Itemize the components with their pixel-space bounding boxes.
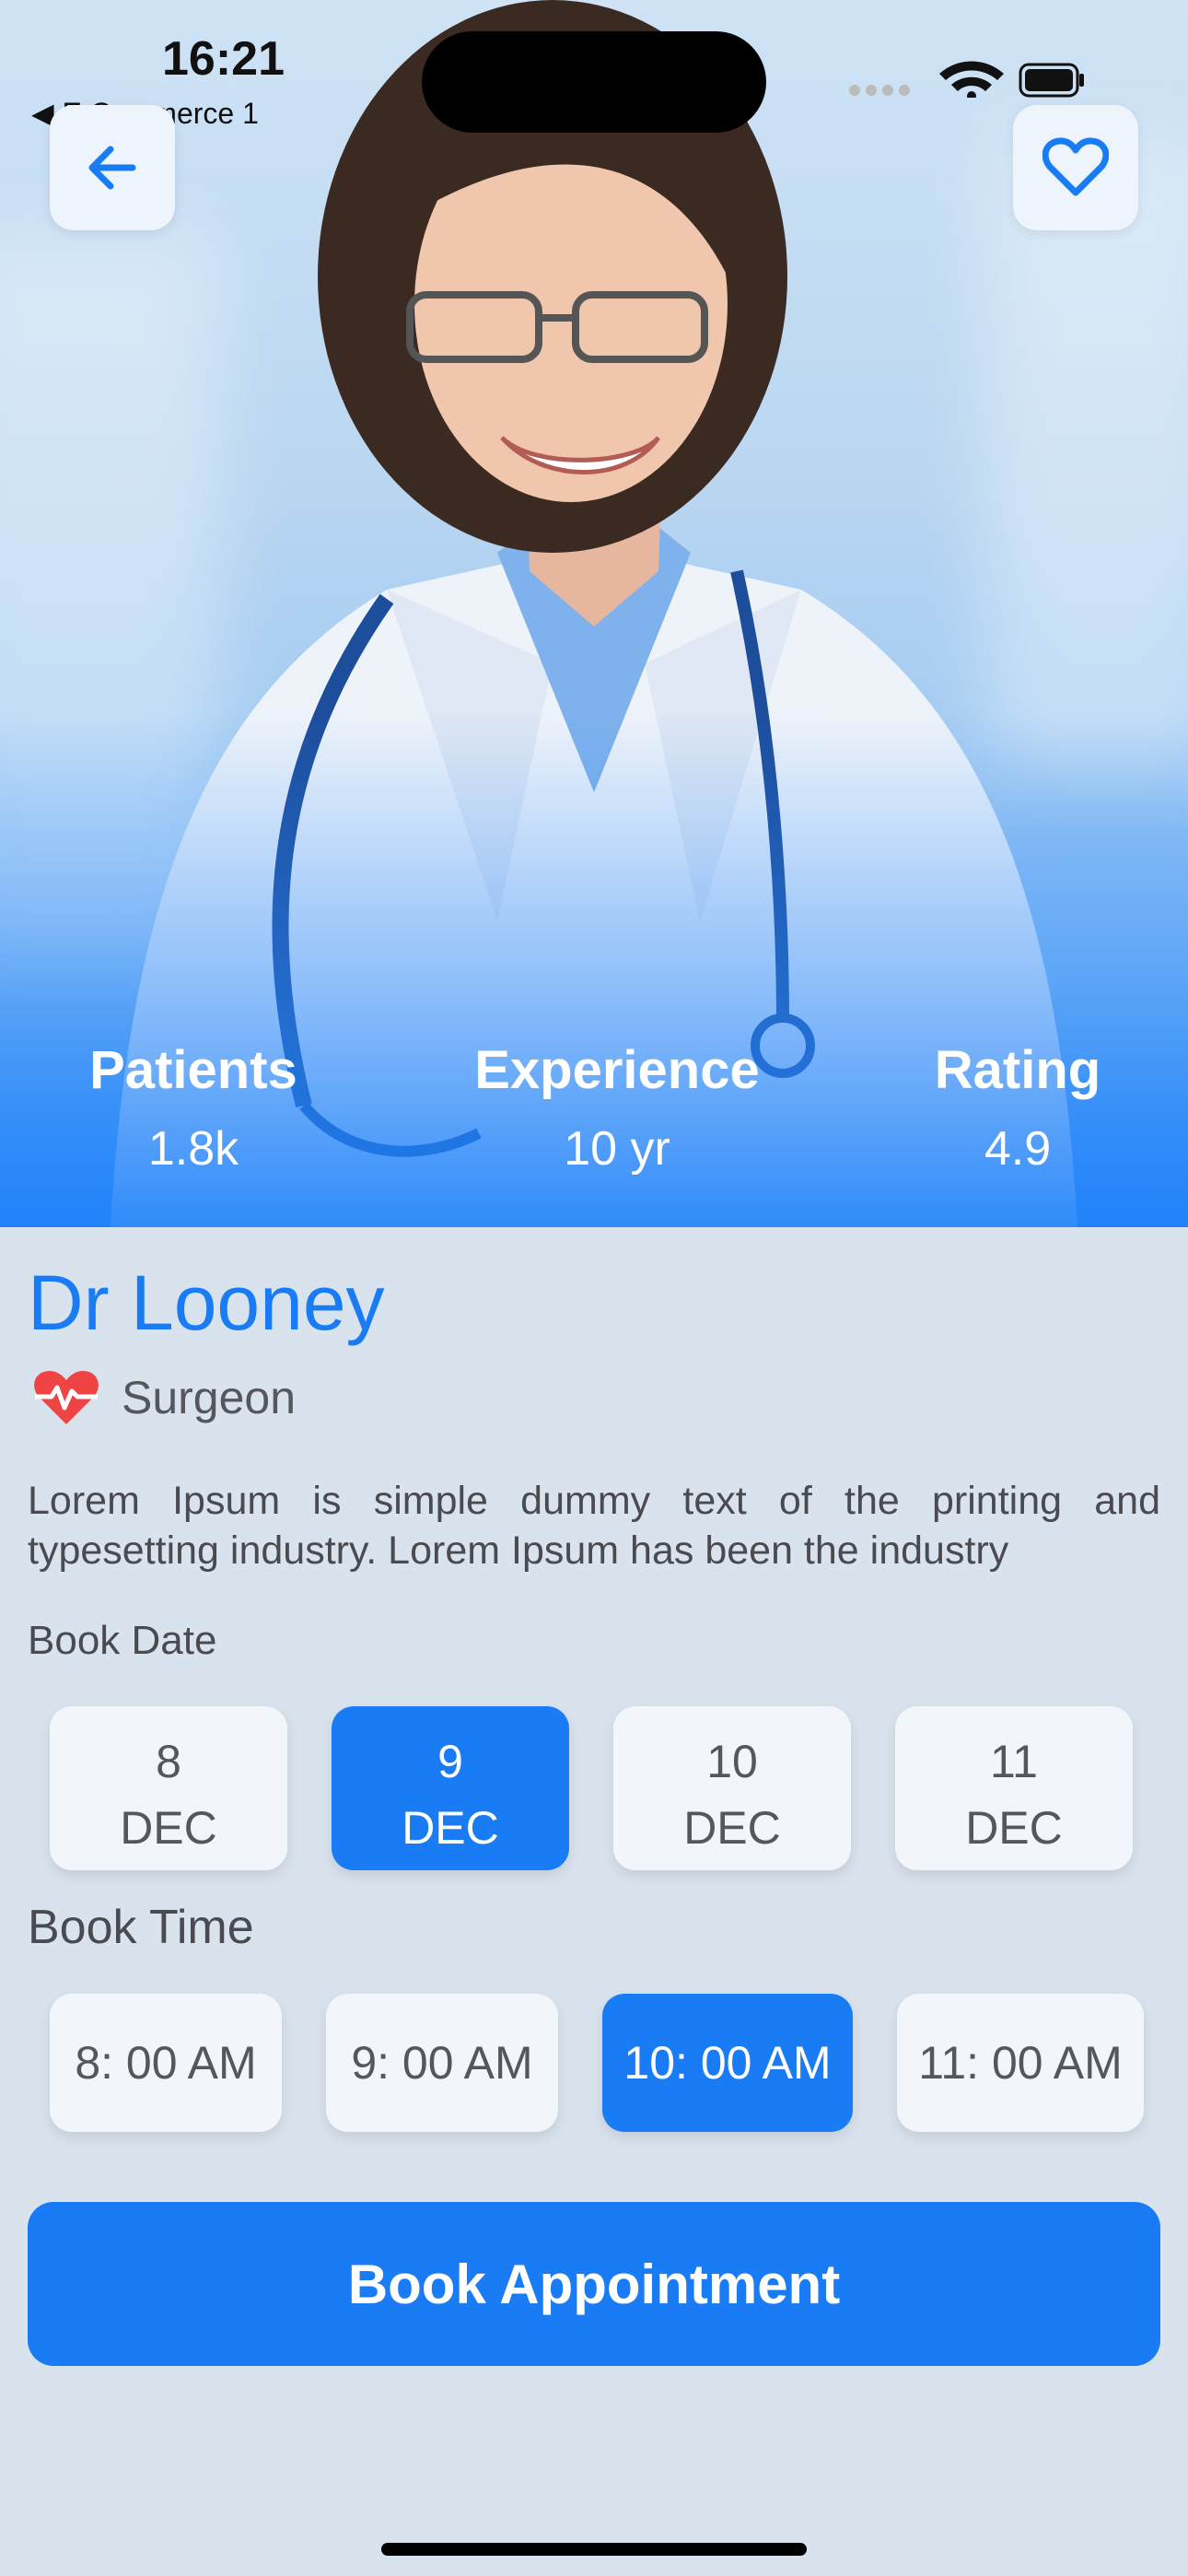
favorite-button[interactable]	[1013, 105, 1138, 230]
time-option-selected[interactable]: 10: 00 AM	[602, 1994, 853, 2132]
date-day: 11	[990, 1736, 1038, 1787]
date-month: DEC	[402, 1802, 499, 1854]
doctor-name: Dr Looney	[28, 1259, 385, 1346]
date-option[interactable]: 8 DEC	[50, 1706, 287, 1870]
doctor-specialty: Surgeon	[31, 1369, 296, 1426]
stat-label: Patients	[89, 1040, 297, 1100]
back-button[interactable]	[50, 105, 175, 230]
time-option[interactable]: 9: 00 AM	[326, 1994, 558, 2132]
battery-icon	[1019, 63, 1084, 98]
date-option[interactable]: 11 DEC	[895, 1706, 1133, 1870]
stat-label: Experience	[474, 1040, 760, 1100]
book-appointment-button[interactable]: Book Appointment	[28, 2202, 1160, 2366]
status-time: 16:21	[162, 32, 285, 86]
doctor-description: Lorem Ipsum is simple dummy text of the …	[28, 1479, 1160, 1573]
arrow-left-icon	[88, 146, 136, 190]
stat-label: Rating	[934, 1040, 1101, 1100]
stat-value: 4.9	[984, 1122, 1052, 1176]
stat-patients: Patients 1.8k	[9, 1039, 378, 1177]
heart-pulse-icon	[34, 1371, 99, 1424]
dynamic-island	[422, 31, 766, 133]
date-month: DEC	[683, 1802, 781, 1854]
specialty-label: Surgeon	[122, 1372, 297, 1423]
stat-value: 10 yr	[564, 1122, 670, 1176]
date-option[interactable]: 10 DEC	[613, 1706, 851, 1870]
date-option-selected[interactable]: 9 DEC	[332, 1706, 569, 1870]
date-month: DEC	[120, 1802, 217, 1854]
book-time-label: Book Time	[28, 1901, 254, 1954]
wifi-icon	[939, 61, 1004, 100]
date-month: DEC	[965, 1802, 1063, 1854]
stat-value: 1.8k	[147, 1122, 239, 1176]
date-day: 8	[156, 1736, 181, 1787]
date-day: 10	[706, 1736, 758, 1787]
status-icons	[847, 61, 1087, 102]
time-option[interactable]: 8: 00 AM	[50, 1994, 282, 2132]
time-option[interactable]: 11: 00 AM	[897, 1994, 1144, 2132]
signal-icon	[849, 85, 910, 96]
book-date-label: Book Date	[28, 1618, 217, 1663]
heart-outline-icon	[1042, 137, 1109, 196]
stat-rating: Rating 4.9	[833, 1039, 1188, 1177]
stat-experience: Experience 10 yr	[433, 1039, 801, 1177]
home-indicator	[381, 2543, 807, 2556]
date-day: 9	[437, 1736, 463, 1787]
